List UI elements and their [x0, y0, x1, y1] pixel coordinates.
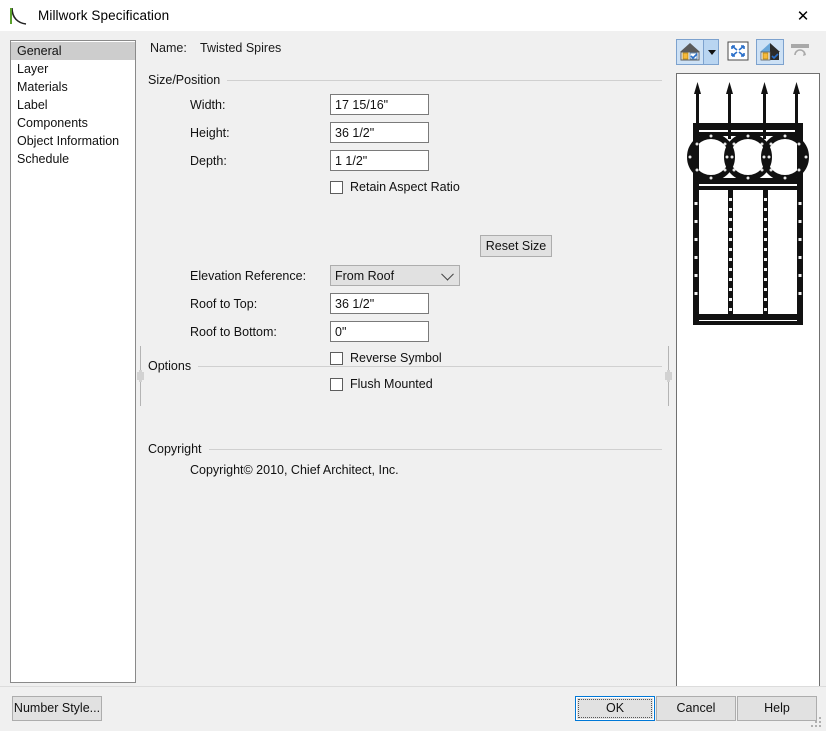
- name-value: Twisted Spires: [200, 41, 281, 55]
- group-divider: [227, 80, 662, 81]
- elevation-reference-row: Elevation Reference: From Roof: [190, 265, 460, 286]
- retain-aspect-ratio-row[interactable]: Retain Aspect Ratio: [330, 180, 460, 194]
- copyright-group-header: Copyright: [148, 442, 662, 456]
- symbol-preview[interactable]: [676, 73, 820, 719]
- sidebar-panel[interactable]: General Layer Materials Label Components…: [10, 40, 136, 683]
- general-panel: Name: Twisted Spires Size/Position Width…: [148, 31, 666, 686]
- window-title: Millwork Specification: [38, 8, 169, 23]
- depth-input[interactable]: [330, 150, 429, 171]
- sidebar-item-components[interactable]: Components: [11, 114, 135, 132]
- left-splitter[interactable]: [136, 346, 145, 406]
- reset-size-button[interactable]: Reset Size: [480, 235, 552, 257]
- close-icon[interactable]: ✕: [780, 0, 826, 31]
- preview-toolbar: [676, 39, 818, 65]
- sidebar-item-schedule[interactable]: Schedule: [11, 150, 135, 168]
- right-splitter[interactable]: [664, 346, 673, 406]
- refresh-view-icon: [787, 39, 815, 65]
- height-row: Height:: [190, 122, 429, 143]
- width-row: Width:: [190, 94, 429, 115]
- retain-aspect-ratio-checkbox[interactable]: [330, 181, 343, 194]
- dialog-body: General Layer Materials Label Components…: [0, 31, 826, 686]
- dropdown-caret-icon[interactable]: [704, 39, 719, 65]
- roof-to-bottom-row: Roof to Bottom:: [190, 321, 429, 342]
- name-row: Name: Twisted Spires: [150, 41, 281, 55]
- size-position-group-header: Size/Position: [148, 73, 662, 87]
- options-title: Options: [148, 359, 198, 373]
- sidebar-item-materials[interactable]: Materials: [11, 78, 135, 96]
- name-label: Name:: [150, 41, 200, 55]
- roof-to-bottom-input[interactable]: [330, 321, 429, 342]
- reverse-symbol-label: Reverse Symbol: [350, 351, 442, 365]
- flush-mounted-row[interactable]: Flush Mounted: [330, 377, 433, 391]
- retain-aspect-ratio-label: Retain Aspect Ratio: [350, 180, 460, 194]
- reverse-symbol-checkbox[interactable]: [330, 352, 343, 365]
- copyright-title: Copyright: [148, 442, 209, 456]
- sidebar-item-label[interactable]: Label: [11, 96, 135, 114]
- sidebar-item-layer[interactable]: Layer: [11, 60, 135, 78]
- flush-mounted-checkbox[interactable]: [330, 378, 343, 391]
- roof-to-top-row: Roof to Top:: [190, 293, 429, 314]
- resize-grip-icon[interactable]: [811, 717, 823, 729]
- flush-mounted-label: Flush Mounted: [350, 377, 433, 391]
- ok-button[interactable]: OK: [575, 696, 655, 721]
- sidebar-item-general[interactable]: General: [11, 42, 135, 60]
- depth-label: Depth:: [190, 154, 330, 168]
- footer-bar: Number Style... OK Cancel Help: [0, 686, 826, 731]
- fit-to-window-icon[interactable]: [725, 39, 753, 65]
- depth-row: Depth:: [190, 150, 429, 171]
- elevation-reference-value: From Roof: [335, 269, 394, 283]
- roof-to-bottom-label: Roof to Bottom:: [190, 325, 330, 339]
- help-button[interactable]: Help: [737, 696, 817, 721]
- group-divider: [198, 366, 662, 367]
- twisted-spires-symbol: [677, 74, 819, 718]
- view-house-icon[interactable]: [676, 39, 704, 65]
- sidebar-item-object-information[interactable]: Object Information: [11, 132, 135, 150]
- width-label: Width:: [190, 98, 330, 112]
- elevation-reference-select[interactable]: From Roof: [330, 265, 460, 286]
- roof-to-top-input[interactable]: [330, 293, 429, 314]
- roof-to-top-label: Roof to Top:: [190, 297, 330, 311]
- copyright-text: Copyright© 2010, Chief Architect, Inc.: [190, 463, 399, 477]
- group-divider: [209, 449, 663, 450]
- view-elevation-icon[interactable]: [756, 39, 784, 65]
- size-position-title: Size/Position: [148, 73, 227, 87]
- millwork-profile-icon: [6, 4, 32, 28]
- elevation-reference-label: Elevation Reference:: [190, 269, 330, 283]
- chevron-down-icon: [441, 267, 454, 280]
- number-style-button[interactable]: Number Style...: [12, 696, 102, 721]
- cancel-button[interactable]: Cancel: [656, 696, 736, 721]
- title-bar: Millwork Specification ✕: [0, 0, 826, 32]
- height-label: Height:: [190, 126, 330, 140]
- reverse-symbol-row[interactable]: Reverse Symbol: [330, 351, 442, 365]
- preview-pane: [676, 31, 826, 686]
- width-input[interactable]: [330, 94, 429, 115]
- height-input[interactable]: [330, 122, 429, 143]
